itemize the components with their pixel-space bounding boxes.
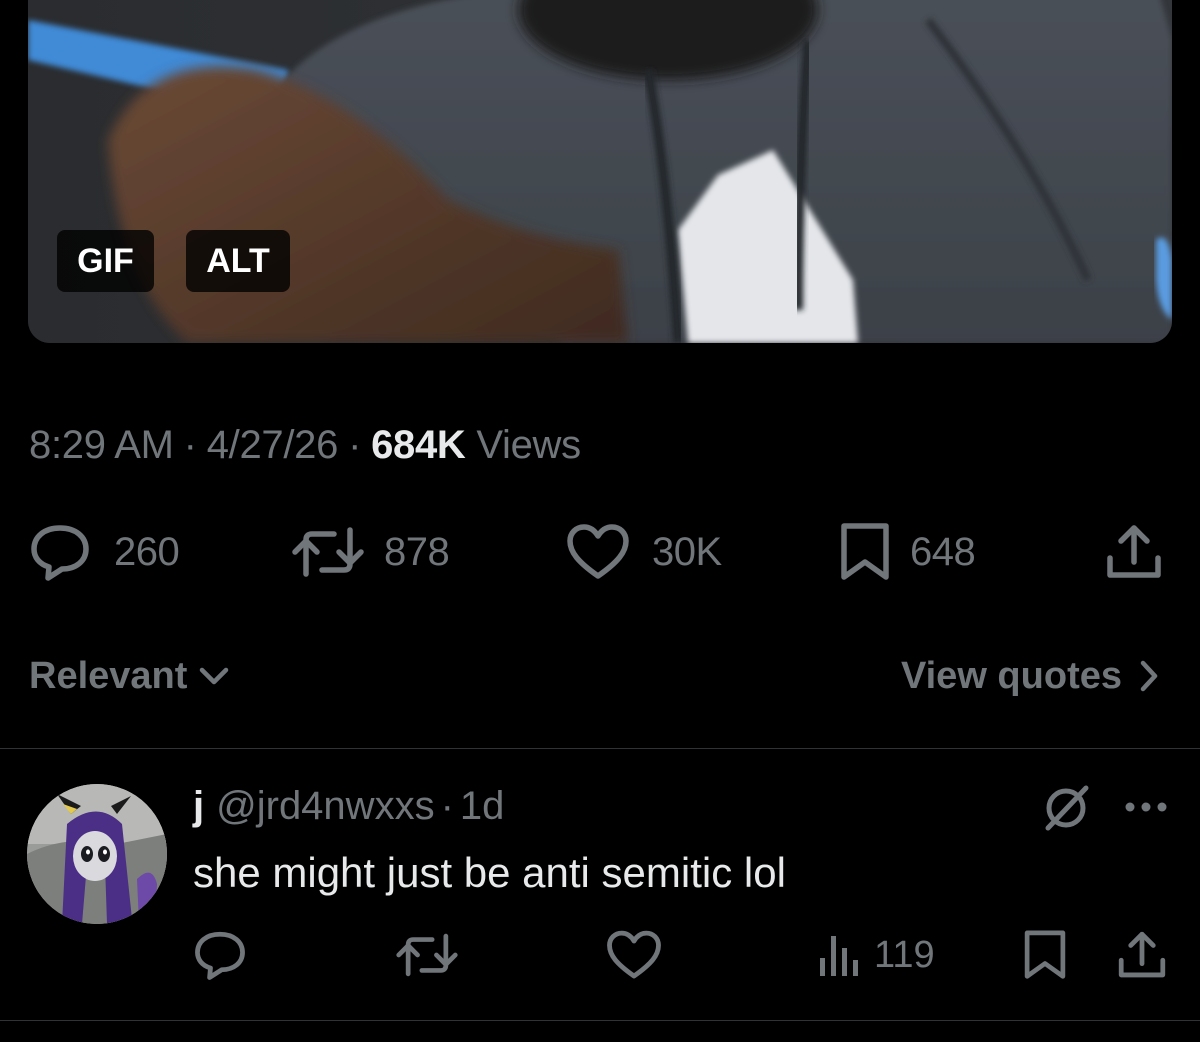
bar-chart-icon bbox=[820, 936, 858, 976]
bookmark-button[interactable]: 648 bbox=[838, 520, 976, 584]
comment-bubble-icon bbox=[31, 525, 89, 581]
reply-age: 1d bbox=[459, 784, 505, 828]
reply-bookmark-button[interactable] bbox=[1022, 926, 1068, 984]
more-dots-icon[interactable] bbox=[1122, 792, 1170, 822]
heart-icon bbox=[607, 930, 661, 979]
share-upload-icon bbox=[1118, 931, 1166, 978]
repost-arrows-icon bbox=[396, 933, 458, 977]
post-date: 4/27/26 bbox=[206, 423, 339, 467]
post-media-gif[interactable]: GIF ALT bbox=[28, 0, 1172, 343]
avatar-image bbox=[27, 784, 167, 924]
reply-text: she might just be anti semitic lol bbox=[193, 849, 786, 896]
views-count[interactable]: 684K bbox=[371, 423, 466, 467]
post-time: 8:29 AM bbox=[29, 423, 174, 467]
reply-author-name[interactable]: j bbox=[193, 784, 204, 828]
chevron-right-icon bbox=[1140, 660, 1158, 692]
repost-arrows-icon bbox=[292, 527, 364, 577]
views-label[interactable]: Views bbox=[476, 423, 581, 467]
chevron-down-icon bbox=[200, 667, 229, 685]
reply-author-handle[interactable]: @jrd4nwxxs bbox=[216, 784, 434, 828]
reply-count: 260 bbox=[114, 529, 180, 574]
view-quotes-label: View quotes bbox=[900, 654, 1122, 697]
replies-sort-row: Relevant View quotes bbox=[0, 648, 1200, 704]
bookmark-count: 648 bbox=[910, 529, 976, 574]
reply-like-button[interactable] bbox=[606, 926, 662, 984]
alt-text-button[interactable]: ALT bbox=[186, 230, 290, 292]
section-divider bbox=[0, 748, 1200, 749]
reply-header: j @jrd4nwxxs · 1d bbox=[193, 780, 504, 832]
reply-reply-button[interactable] bbox=[192, 926, 248, 984]
grok-slash-circle-icon[interactable] bbox=[1040, 782, 1092, 834]
repost-count: 878 bbox=[384, 529, 450, 574]
like-count: 30K bbox=[652, 529, 722, 574]
bookmark-icon bbox=[1024, 930, 1066, 979]
share-button[interactable] bbox=[1104, 520, 1164, 584]
reply-divider bbox=[0, 1020, 1200, 1021]
reply-meta-separator: · bbox=[440, 784, 454, 828]
bookmark-icon bbox=[841, 523, 889, 580]
reply-repost-button[interactable] bbox=[394, 926, 460, 984]
reply-action-bar: 119 bbox=[0, 926, 1200, 984]
share-upload-icon bbox=[1107, 525, 1161, 578]
post-meta: 8:29 AM · 4/27/26 · 684K Views bbox=[29, 420, 581, 470]
reply-share-button[interactable] bbox=[1116, 926, 1168, 984]
sort-label: Relevant bbox=[29, 654, 188, 697]
gif-badge: GIF bbox=[57, 230, 154, 292]
heart-icon bbox=[567, 524, 629, 579]
comment-bubble-icon bbox=[195, 931, 245, 980]
meta-separator: · bbox=[183, 423, 197, 467]
reply-button[interactable]: 260 bbox=[28, 520, 180, 584]
post-action-bar: 260 878 30K 648 bbox=[0, 520, 1200, 584]
avatar[interactable] bbox=[27, 784, 167, 924]
meta-separator: · bbox=[348, 423, 362, 467]
sort-dropdown[interactable]: Relevant bbox=[29, 648, 231, 704]
repost-button[interactable]: 878 bbox=[290, 520, 450, 584]
like-button[interactable]: 30K bbox=[566, 520, 722, 584]
view-quotes-link[interactable]: View quotes bbox=[901, 648, 1162, 704]
reply-view-count: 119 bbox=[874, 933, 935, 976]
reply-views-button[interactable]: 119 bbox=[818, 926, 935, 984]
